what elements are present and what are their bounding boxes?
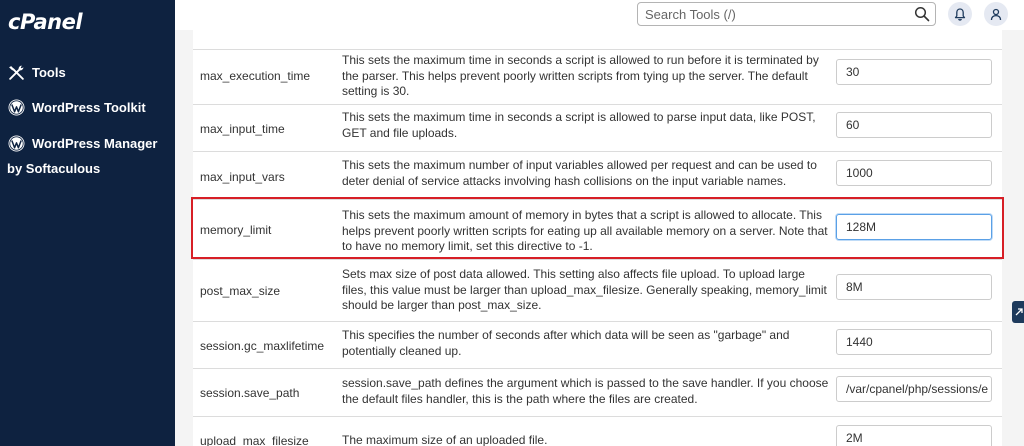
table-row: max_execution_time This sets the maximum… — [193, 49, 1002, 104]
user-menu-button[interactable] — [984, 2, 1008, 26]
search-icon[interactable] — [914, 6, 930, 22]
sidebar-item-wordpress-manager[interactable]: WordPress Manager by Softaculous — [7, 131, 173, 176]
directive-description: session.save_path defines the argument w… — [342, 376, 829, 406]
directive-value-input[interactable]: 8M — [836, 274, 992, 300]
directive-description: This sets the maximum number of input va… — [342, 158, 817, 188]
directive-value-input[interactable]: 2M — [836, 425, 992, 446]
sidebar-item-label: Tools — [32, 65, 66, 80]
directive-name: upload_max_filesize — [200, 434, 309, 446]
sidebar-item-label: WordPress Toolkit — [32, 100, 146, 115]
cpanel-logo[interactable]: cPanel — [8, 10, 83, 34]
sidebar-item-label: WordPress Manager — [32, 136, 158, 151]
table-row: max_input_time This sets the maximum tim… — [193, 104, 1002, 151]
table-row: max_input_vars This sets the maximum num… — [193, 151, 1002, 199]
search-input[interactable]: Search Tools (/) — [637, 2, 936, 26]
directive-name: session.gc_maxlifetime — [200, 339, 325, 353]
tools-icon — [9, 65, 24, 80]
directive-name: session.save_path — [200, 386, 300, 400]
bell-icon — [954, 7, 966, 21]
table-row: session.save_path session.save_path defi… — [193, 368, 1002, 416]
highlight-box — [191, 197, 1004, 259]
side-panel-toggle[interactable] — [1012, 301, 1024, 323]
directive-description: This specifies the number of seconds aft… — [342, 328, 790, 358]
table-row: upload_max_filesize The maximum size of … — [193, 416, 1002, 446]
sidebar-item-sublabel: by Softaculous — [7, 161, 101, 176]
user-icon — [990, 8, 1002, 20]
wordpress-icon — [8, 135, 25, 152]
directive-value-input[interactable]: 60 — [836, 112, 992, 138]
directive-name: max_input_time — [200, 122, 285, 136]
directive-description: This sets the maximum time in seconds a … — [342, 53, 819, 98]
sidebar-item-wordpress-toolkit[interactable]: WordPress Toolkit — [8, 95, 146, 120]
notifications-button[interactable] — [948, 2, 972, 26]
wordpress-icon — [8, 99, 25, 116]
directive-name: post_max_size — [200, 284, 281, 298]
directive-value-input[interactable]: 1000 — [836, 160, 992, 186]
expand-icon — [1015, 308, 1023, 316]
directive-description: The maximum size of an uploaded file. — [342, 433, 548, 446]
directive-value-input[interactable]: 30 — [836, 59, 992, 85]
directive-description: This sets the maximum time in seconds a … — [342, 110, 816, 140]
directive-description: Sets max size of post data allowed. This… — [342, 267, 827, 312]
table-row: session.gc_maxlifetime This specifies th… — [193, 321, 1002, 368]
directive-name: max_input_vars — [200, 170, 285, 184]
sidebar: cPanel Tools WordPress Toolkit WordPress… — [0, 0, 175, 446]
directive-value-input[interactable]: 1440 — [836, 329, 992, 355]
table-row: post_max_size Sets max size of post data… — [193, 259, 1002, 321]
directive-name: max_execution_time — [200, 69, 311, 83]
table-row — [193, 30, 1002, 49]
search-placeholder: Search Tools (/) — [645, 7, 736, 22]
sidebar-item-tools[interactable]: Tools — [8, 60, 66, 85]
directive-value-input[interactable]: /var/cpanel/php/sessions/e — [836, 376, 992, 402]
